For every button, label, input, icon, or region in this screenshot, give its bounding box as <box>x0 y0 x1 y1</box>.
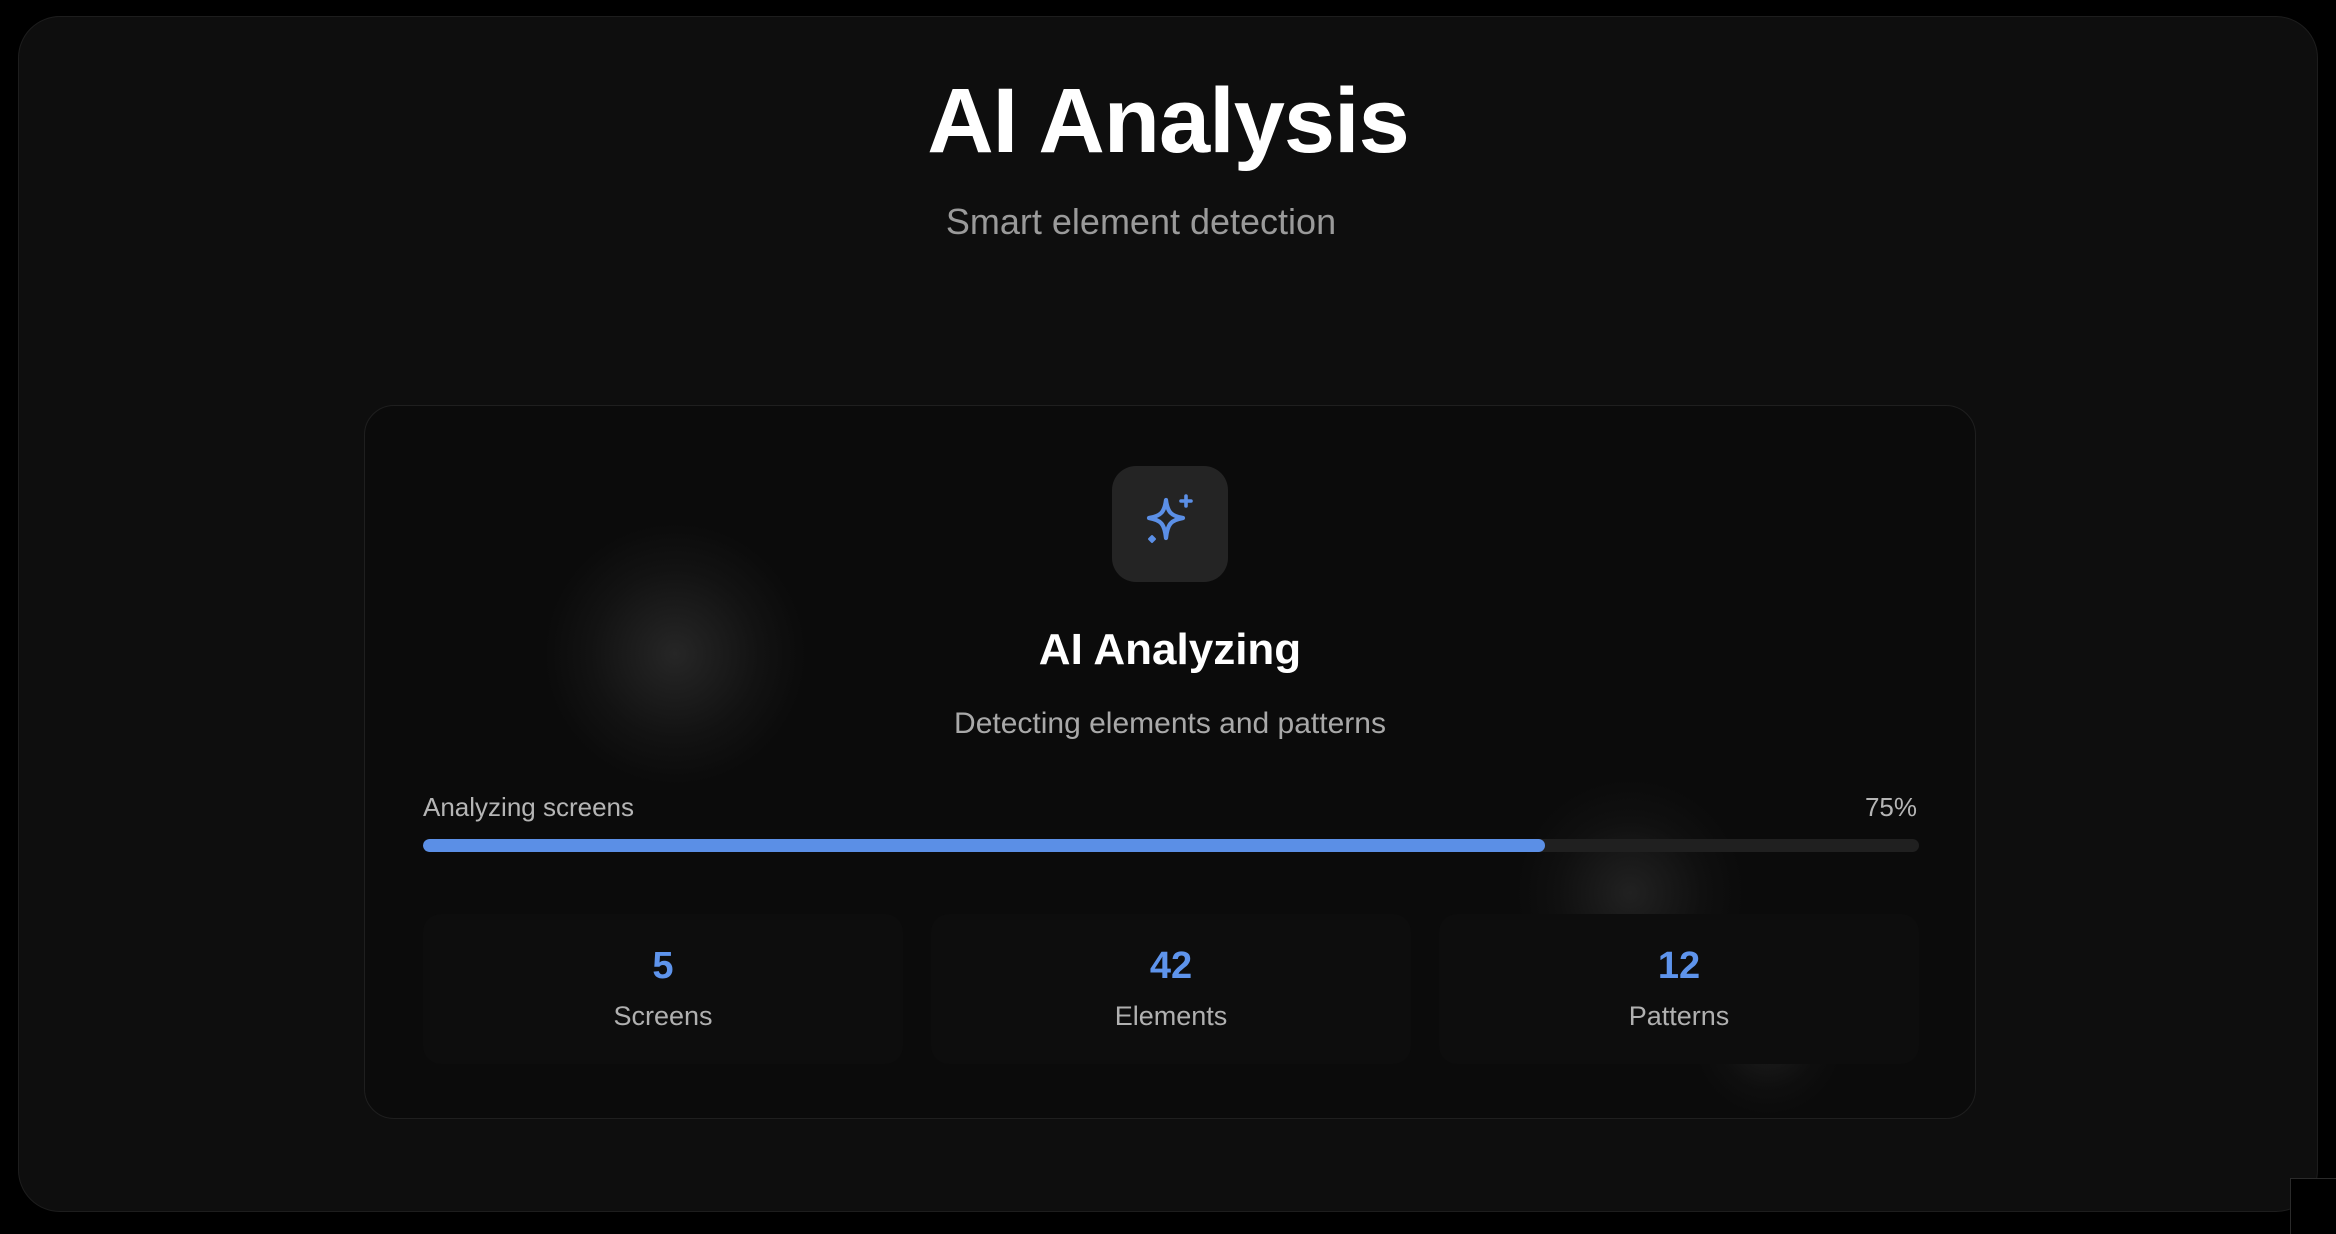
stat-label: Elements <box>1114 1001 1228 1031</box>
stat-label: Screens <box>613 1001 713 1031</box>
analysis-card: AI Analyzing Detecting elements and patt… <box>364 405 1976 1119</box>
stat-elements: 42 Elements <box>931 914 1411 1064</box>
icon-tile <box>1112 466 1228 582</box>
sparkles-icon <box>1140 492 1200 557</box>
stat-patterns: 12 Patterns <box>1439 914 1919 1064</box>
stat-value: 5 <box>652 945 674 987</box>
progress-fill <box>423 839 1545 852</box>
stats-row: 5 Screens 42 Elements 12 Patterns <box>423 914 1919 1064</box>
stat-screens: 5 Screens <box>423 914 903 1064</box>
card-subtitle: Detecting elements and patterns <box>954 707 1386 740</box>
corner-widget[interactable] <box>2290 1178 2336 1234</box>
card-title: AI Analyzing <box>1038 625 1302 674</box>
page-subtitle: Smart element detection <box>945 201 1337 242</box>
stat-value: 42 <box>1149 945 1193 987</box>
stat-value: 12 <box>1657 945 1701 987</box>
progress-bar <box>423 839 1919 852</box>
page-title: AI Analysis <box>927 70 1410 172</box>
progress-label: Analyzing screens <box>423 792 634 822</box>
progress-percent: 75% <box>1864 792 1917 822</box>
stat-label: Patterns <box>1628 1001 1730 1031</box>
